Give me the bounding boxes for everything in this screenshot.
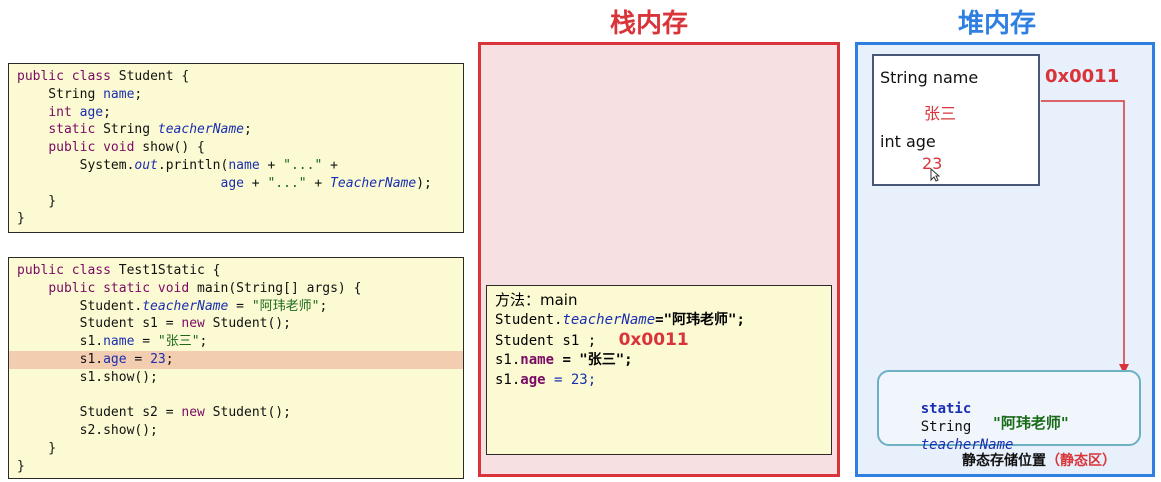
heap-title: 堆内存: [958, 9, 1037, 39]
code-line: public static void main(String[] args) {: [48, 280, 362, 296]
frame-line-3-field: name: [520, 352, 555, 368]
static-area-caption: 静态存储位置（静态区）: [962, 450, 1116, 470]
static-value: "阿玮老师": [993, 414, 1069, 432]
static-keyword: static: [920, 401, 972, 417]
frame-line-4: s1.age = 23;: [495, 370, 823, 390]
code-line: public class Student {: [17, 69, 190, 84]
code-line: }: [17, 440, 57, 456]
static-type: String: [920, 419, 972, 435]
student-class-code: public class Student { String name; int …: [8, 63, 464, 233]
frame-line-1-value: ="阿玮老师";: [655, 312, 745, 328]
frame-line-2: Student s1 ; 0x0011: [495, 330, 823, 350]
frame-line-4-value: = 23;: [545, 372, 597, 388]
frame-line-1: Student.teacherName="阿玮老师";: [495, 310, 823, 330]
frame-method-label: 方法：main: [495, 291, 578, 309]
object-name-value: 张三: [924, 104, 957, 123]
object-age-label: int age: [880, 132, 936, 151]
code-line: int age;: [48, 104, 111, 120]
code-line: static String teacherName;: [48, 122, 252, 138]
code-line: Student.teacherName = "阿玮老师";: [17, 298, 328, 314]
code-line: }: [17, 193, 57, 209]
main-stack-frame: 方法：main Student.teacherName="阿玮老师"; Stud…: [486, 285, 832, 455]
static-area-box: static String teacherName "阿玮老师": [877, 370, 1141, 453]
code-line: s1.age = 23;: [9, 350, 463, 369]
frame-line-4-prefix: s1.: [495, 372, 521, 388]
code-line: }: [17, 211, 25, 227]
student-object: String name 张三 int age 23: [872, 54, 1040, 186]
frame-line-1-prefix: Student.: [495, 312, 563, 328]
frame-line-3-value: = "张三";: [554, 352, 633, 368]
code-line: String name;: [17, 86, 143, 102]
code-line: s1.name = "张三";: [17, 334, 208, 350]
code-line: age + "..." + TeacherName);: [220, 175, 432, 191]
test-class-code: public class Test1Static { public static…: [8, 257, 464, 479]
frame-line-2-text: Student s1 ;: [495, 333, 597, 349]
object-name-label: String name: [880, 68, 979, 87]
mouse-cursor-icon: [930, 168, 940, 182]
frame-line-3: s1.name = "张三";: [495, 350, 823, 370]
object-address: 0x0011: [1045, 66, 1120, 87]
code-line: s1.show();: [17, 369, 158, 385]
stack-title: 栈内存: [610, 9, 689, 39]
code-line: Student s1 = new Student();: [17, 316, 291, 332]
code-line: public class Test1Static {: [17, 263, 221, 278]
static-caption-main: 静态存储位置: [962, 453, 1046, 469]
static-caption-paren: （静态区）: [1046, 453, 1116, 469]
frame-s1-address: 0x0011: [618, 330, 689, 350]
code-line: public void show() {: [48, 140, 205, 156]
frame-line-3-prefix: s1.: [495, 352, 521, 368]
code-line: s2.show();: [17, 423, 158, 439]
code-line: System.out.println(name + "..." +: [17, 157, 338, 173]
frame-line-4-field: age: [520, 372, 546, 388]
code-line: Student s2 = new Student();: [17, 405, 291, 421]
code-line: }: [17, 458, 25, 474]
frame-line-1-field: teacherName: [562, 312, 656, 328]
